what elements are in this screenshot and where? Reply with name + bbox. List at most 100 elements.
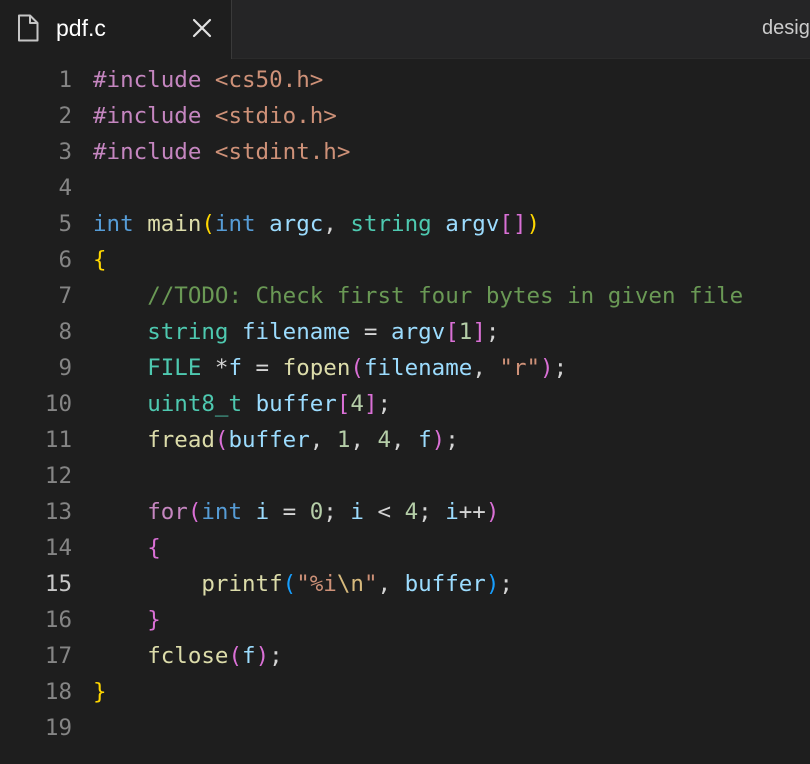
code-line[interactable]: 16 } xyxy=(0,602,810,638)
code-token: 1 xyxy=(458,319,473,345)
code-text: { xyxy=(93,530,161,566)
code-text: fclose(f); xyxy=(93,638,282,674)
code-token: ) xyxy=(485,499,500,525)
tab-pdf-c[interactable]: pdf.c xyxy=(0,0,232,59)
code-token: buffer xyxy=(255,391,337,417)
code-line[interactable]: 12 xyxy=(0,458,810,494)
code-token: 0 xyxy=(309,499,324,525)
code-token: "%i xyxy=(296,571,337,597)
code-line[interactable]: 4 xyxy=(0,170,810,206)
code-line[interactable]: 11 fread(buffer, 1, 4, f); xyxy=(0,422,810,458)
tab-design[interactable]: desig xyxy=(232,0,810,58)
tab-label: desig xyxy=(762,17,810,39)
line-number: 4 xyxy=(58,175,72,201)
code-token: 4 xyxy=(404,499,419,525)
code-token: f xyxy=(242,643,256,669)
line-number: 7 xyxy=(58,283,72,309)
code-token: [] xyxy=(499,211,527,237)
code-token: { xyxy=(93,247,107,273)
line-number: 11 xyxy=(44,427,72,453)
code-token: } xyxy=(93,679,107,705)
code-token: ; xyxy=(553,355,568,381)
code-token: = xyxy=(242,355,283,381)
code-token: int xyxy=(214,211,256,237)
code-token: ( xyxy=(228,643,243,669)
code-token: ( xyxy=(282,571,297,597)
code-token: fread xyxy=(147,427,215,453)
code-token: = xyxy=(269,499,310,525)
code-line[interactable]: 3 #include <stdint.h> xyxy=(0,134,810,170)
code-line[interactable]: 9 FILE *f = fopen(filename, "r"); xyxy=(0,350,810,386)
code-line[interactable]: 18} xyxy=(0,674,810,710)
code-token: * xyxy=(201,355,229,381)
code-token: string xyxy=(147,319,229,345)
code-line[interactable]: 17 fclose(f); xyxy=(0,638,810,674)
code-token: #include xyxy=(93,139,202,165)
line-number: 10 xyxy=(44,391,72,417)
code-token: [ xyxy=(445,319,459,345)
code-token: uint8_t xyxy=(147,391,243,417)
code-token: < xyxy=(363,499,405,525)
code-token: 4 xyxy=(377,427,392,453)
code-token: "r" xyxy=(499,355,541,381)
code-token: ++ xyxy=(458,499,486,525)
code-line[interactable]: 14 { xyxy=(0,530,810,566)
code-token: ] xyxy=(363,391,378,417)
code-token: , xyxy=(391,427,419,453)
code-token: 4 xyxy=(350,391,364,417)
code-editor[interactable]: 1 #include <cs50.h> 2 #include <stdio.h> 3 #i… xyxy=(0,62,810,764)
line-number: 17 xyxy=(44,643,72,669)
code-text: #include <stdint.h> xyxy=(93,134,350,170)
code-text: #include <stdio.h> xyxy=(93,98,337,134)
code-line[interactable]: 13 for(int i = 0; i < 4; i++) xyxy=(0,494,810,530)
code-token: ) xyxy=(485,571,500,597)
editor-tab-bar: pdf.c desig xyxy=(0,0,810,59)
code-line[interactable]: 7 //TODO: Check first four bytes in give… xyxy=(0,278,810,314)
code-text: } xyxy=(93,602,161,638)
code-token: buffer xyxy=(404,571,486,597)
code-line[interactable]: 6{ xyxy=(0,242,810,278)
code-token: ; xyxy=(445,427,459,453)
code-line[interactable]: 15 printf("%i\n", buffer); xyxy=(0,566,810,602)
code-token: 1 xyxy=(336,427,351,453)
code-token: filename xyxy=(242,319,351,345)
code-line[interactable]: 2 #include <stdio.h> xyxy=(0,98,810,134)
code-token: ; xyxy=(499,571,513,597)
code-token: <stdint.h> xyxy=(214,139,351,165)
code-line[interactable]: 5 int main(int argc, string argv[]) xyxy=(0,206,810,242)
code-token: #include xyxy=(93,67,202,93)
code-token: f xyxy=(228,355,243,381)
code-line[interactable]: 10 uint8_t buffer[4]; xyxy=(0,386,810,422)
code-token: int xyxy=(93,211,134,237)
code-token: " xyxy=(363,571,378,597)
code-token: argv xyxy=(445,211,500,237)
code-line[interactable]: 8 string filename = argv[1]; xyxy=(0,314,810,350)
close-icon[interactable] xyxy=(188,14,216,42)
code-text: { xyxy=(93,242,107,278)
code-line[interactable]: 1 #include <cs50.h> xyxy=(0,62,810,98)
code-token: , xyxy=(350,427,378,453)
line-number: 1 xyxy=(58,67,72,93)
code-text: } xyxy=(93,674,107,710)
code-line[interactable]: 19 xyxy=(0,710,810,746)
code-text: //TODO: Check first four bytes in given … xyxy=(93,278,743,314)
line-number: 3 xyxy=(58,139,72,165)
code-token: <cs50.h> xyxy=(214,67,324,93)
code-text: for(int i = 0; i < 4; i++) xyxy=(93,494,499,530)
code-token: <stdio.h> xyxy=(214,103,337,129)
code-token: #include xyxy=(93,103,202,129)
file-icon xyxy=(17,14,39,42)
line-number: 9 xyxy=(58,355,72,381)
code-token: main xyxy=(147,211,202,237)
line-number: 13 xyxy=(44,499,72,525)
